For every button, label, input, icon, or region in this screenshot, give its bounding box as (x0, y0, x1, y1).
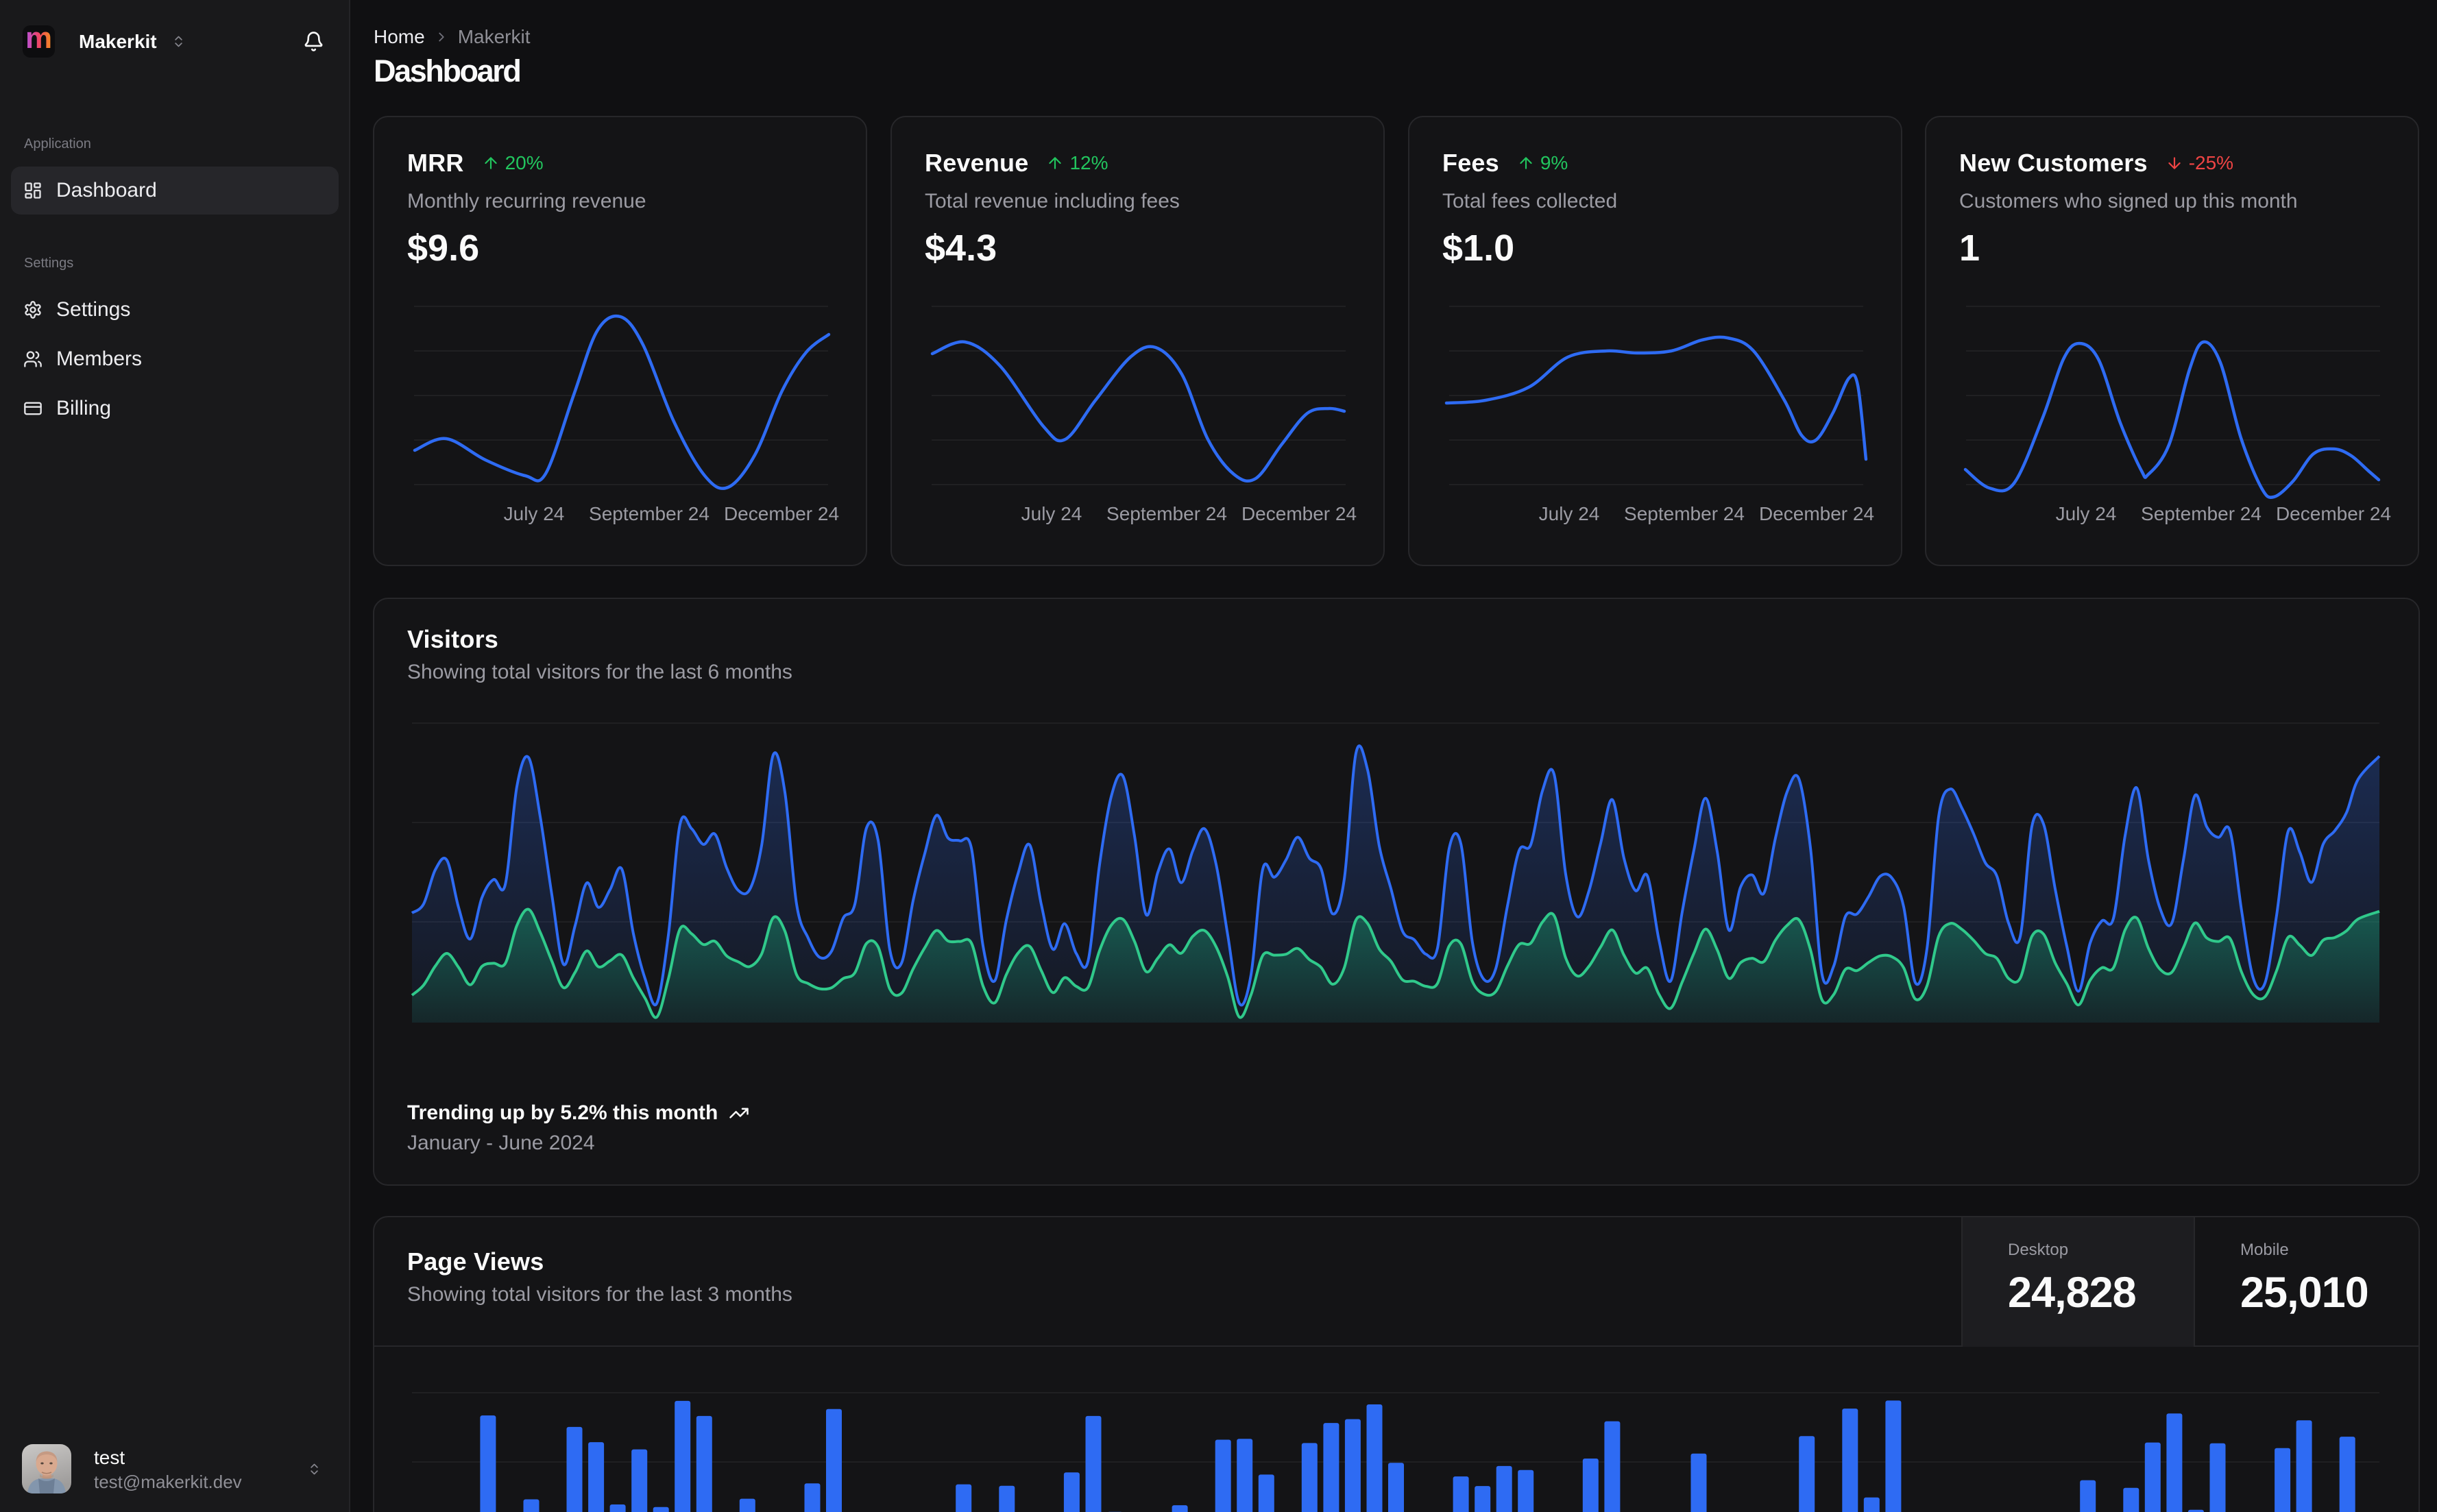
svg-text:December 24: December 24 (2276, 503, 2391, 524)
svg-text:July 24: July 24 (1021, 503, 1082, 524)
svg-text:September 24: September 24 (1106, 503, 1227, 524)
svg-text:December 24: December 24 (1241, 503, 1357, 524)
svg-text:December 24: December 24 (1759, 503, 1874, 524)
svg-text:September 24: September 24 (1624, 503, 1745, 524)
svg-text:July 24: July 24 (1539, 503, 1600, 524)
svg-text:September 24: September 24 (589, 503, 710, 524)
svg-text:September 24: September 24 (2141, 503, 2262, 524)
svg-text:December 24: December 24 (724, 503, 839, 524)
svg-text:July 24: July 24 (2056, 503, 2117, 524)
svg-text:July 24: July 24 (504, 503, 565, 524)
